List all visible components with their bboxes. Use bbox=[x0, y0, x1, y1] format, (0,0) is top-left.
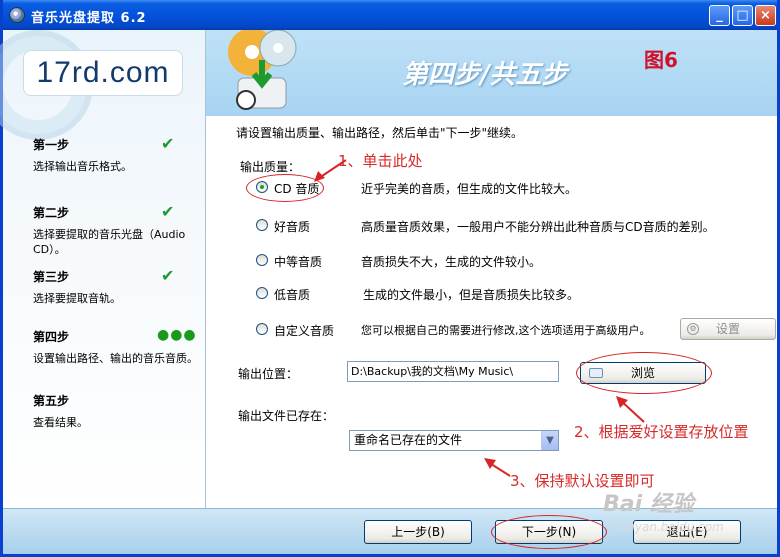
steps-sidebar: 17rd.com 第一步 ✔ 选择输出音乐格式。 第二步 ✔ 选择要提取的音乐光… bbox=[0, 30, 206, 508]
output-path-input[interactable]: D:\Backup\我的文档\My Music\ bbox=[347, 361, 559, 382]
header-banner: 第四步/共五步 图6 bbox=[206, 30, 777, 116]
annotation-2: 2、根据爱好设置存放位置 bbox=[574, 423, 749, 441]
checkmark-icon: ✔ bbox=[161, 266, 175, 285]
figure-label: 图6 bbox=[644, 48, 678, 72]
minimize-button[interactable]: _ bbox=[709, 5, 730, 26]
step-5: 第五步 查看结果。 bbox=[33, 392, 198, 430]
step-title: 第五步 bbox=[33, 394, 70, 408]
checkmark-icon: ✔ bbox=[161, 134, 175, 153]
maximize-button[interactable]: □ bbox=[732, 5, 753, 26]
watermark-url: jingyan.baidu.com bbox=[613, 520, 724, 534]
step-desc: 选择要提取的音乐光盘（Audio CD）。 bbox=[33, 228, 186, 256]
intro-text: 请设置输出质量、输出路径，然后单击"下一步"继续。 bbox=[236, 126, 524, 140]
radio-button[interactable] bbox=[256, 323, 268, 335]
annotation-ellipse-next bbox=[491, 515, 607, 549]
step-3: 第三步 ✔ 选择要提取音轨。 bbox=[33, 266, 198, 306]
option-desc: 生成的文件最小，但是音质损失比较多。 bbox=[363, 288, 580, 302]
radio-button[interactable] bbox=[256, 287, 268, 299]
logo-text: 17rd.com bbox=[23, 50, 183, 96]
watermark-logo: Bai 经验 bbox=[603, 492, 694, 517]
title-bar[interactable]: 音乐光盘提取 6.2 _ □ × bbox=[3, 0, 777, 30]
settings-panel: 请设置输出质量、输出路径，然后单击"下一步"继续。 输出质量： CD 音质 近乎… bbox=[206, 116, 777, 508]
step-progress-title: 第四步/共五步 bbox=[402, 60, 568, 90]
file-exists-label: 输出文件已存在： bbox=[238, 409, 335, 423]
in-progress-dots-icon: ●●● bbox=[157, 327, 197, 343]
prev-button[interactable]: 上一步(B) bbox=[364, 520, 472, 544]
radio-button[interactable] bbox=[256, 254, 268, 266]
option-desc: 高质量音质效果，一般用户不能分辨出此种音质与CD音质的差别。 bbox=[361, 220, 715, 234]
disc-app-icon bbox=[9, 7, 25, 23]
chevron-down-icon[interactable]: ▼ bbox=[541, 431, 558, 450]
app-window: 音乐光盘提取 6.2 _ □ × 17rd.com 第一步 ✔ 选择输出音乐格式… bbox=[0, 0, 780, 557]
file-exists-select[interactable]: 重命名已存在的文件 ▼ bbox=[349, 430, 559, 451]
annotation-ellipse-browse bbox=[576, 352, 712, 394]
step-2: 第二步 ✔ 选择要提取的音乐光盘（Audio CD）。 bbox=[33, 202, 198, 257]
step-4: 第四步 ●●● 设置输出路径、输出的音乐音质。 bbox=[33, 327, 198, 366]
option-label[interactable]: 自定义音质 bbox=[274, 322, 334, 339]
option-label[interactable]: 中等音质 bbox=[274, 253, 322, 270]
cd-music-icon bbox=[228, 30, 297, 110]
option-label[interactable]: 好音质 bbox=[274, 218, 310, 235]
option-desc: 近乎完美的音质，但生成的文件比较大。 bbox=[361, 182, 578, 196]
step-desc: 设置输出路径、输出的音乐音质。 bbox=[33, 352, 198, 365]
option-label[interactable]: 低音质 bbox=[274, 286, 310, 303]
close-button[interactable]: × bbox=[755, 5, 776, 26]
annotation-1: 1、单击此处 bbox=[338, 152, 423, 170]
window-title: 音乐光盘提取 6.2 bbox=[31, 11, 147, 26]
logo-area: 17rd.com bbox=[0, 30, 206, 140]
option-desc: 音质损失不大，生成的文件较小。 bbox=[361, 255, 542, 269]
step-desc: 选择输出音乐格式。 bbox=[33, 160, 132, 173]
quality-label: 输出质量： bbox=[240, 160, 301, 174]
output-location-label: 输出位置： bbox=[238, 367, 299, 381]
step-desc: 查看结果。 bbox=[33, 416, 88, 429]
settings-button-label: 设置 bbox=[715, 322, 740, 336]
settings-button[interactable]: ⚙ 设置 bbox=[680, 318, 776, 340]
radio-button[interactable] bbox=[256, 219, 268, 231]
checkmark-icon: ✔ bbox=[161, 202, 175, 221]
file-exists-selected-value: 重命名已存在的文件 bbox=[354, 433, 463, 447]
option-desc: 您可以根据自己的需要进行修改,这个选项适用于高级用户。 bbox=[361, 324, 651, 337]
gear-icon: ⚙ bbox=[687, 323, 699, 335]
step-desc: 选择要提取音轨。 bbox=[33, 292, 121, 305]
step-1: 第一步 ✔ 选择输出音乐格式。 bbox=[33, 134, 198, 174]
